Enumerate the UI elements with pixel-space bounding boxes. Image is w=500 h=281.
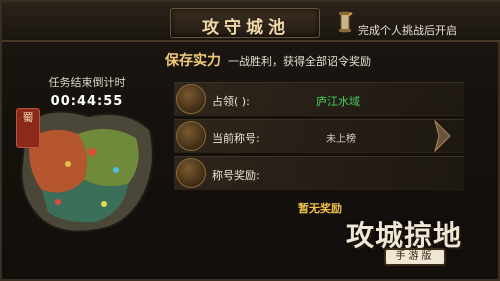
section-title: 保存实力 xyxy=(165,53,221,69)
timer-value: 00:44:55 xyxy=(50,94,124,109)
game-panel: 攻守城池 完成个人挑战后开启 蜀 任务结束倒计时 00:44:55 保存实力 一… xyxy=(0,0,500,281)
timer-label: 任务结束倒计时 xyxy=(48,76,126,89)
reward-label: 称号奖励: xyxy=(212,169,260,182)
no-reward-text: 暂无奖励 xyxy=(298,202,342,215)
territory-map[interactable]: 蜀 xyxy=(8,94,164,244)
section-description: 一战胜利，获得全部诏令奖励 xyxy=(228,55,371,68)
quest-scroll-icon xyxy=(339,11,353,33)
occupy-label: 占领( ): xyxy=(212,95,250,108)
quest-unlock-text: 完成个人挑战后开启 xyxy=(358,24,457,37)
banner-icon xyxy=(176,121,206,151)
occupy-value: 庐江水域 xyxy=(316,95,360,108)
title-plate: 攻守城池 xyxy=(170,8,320,38)
panel-title: 攻守城池 xyxy=(202,18,290,38)
chest-icon xyxy=(176,158,206,188)
faction-seal: 蜀 xyxy=(16,108,40,148)
game-logo-sub: 手游版 xyxy=(384,248,446,266)
chevron-right-icon[interactable] xyxy=(430,118,454,154)
scroll-icon xyxy=(176,84,206,114)
current-title-value: 未上榜 xyxy=(326,134,356,145)
current-title-label: 当前称号: xyxy=(212,132,260,145)
title-bar: 攻守城池 完成个人挑战后开启 xyxy=(2,2,500,42)
